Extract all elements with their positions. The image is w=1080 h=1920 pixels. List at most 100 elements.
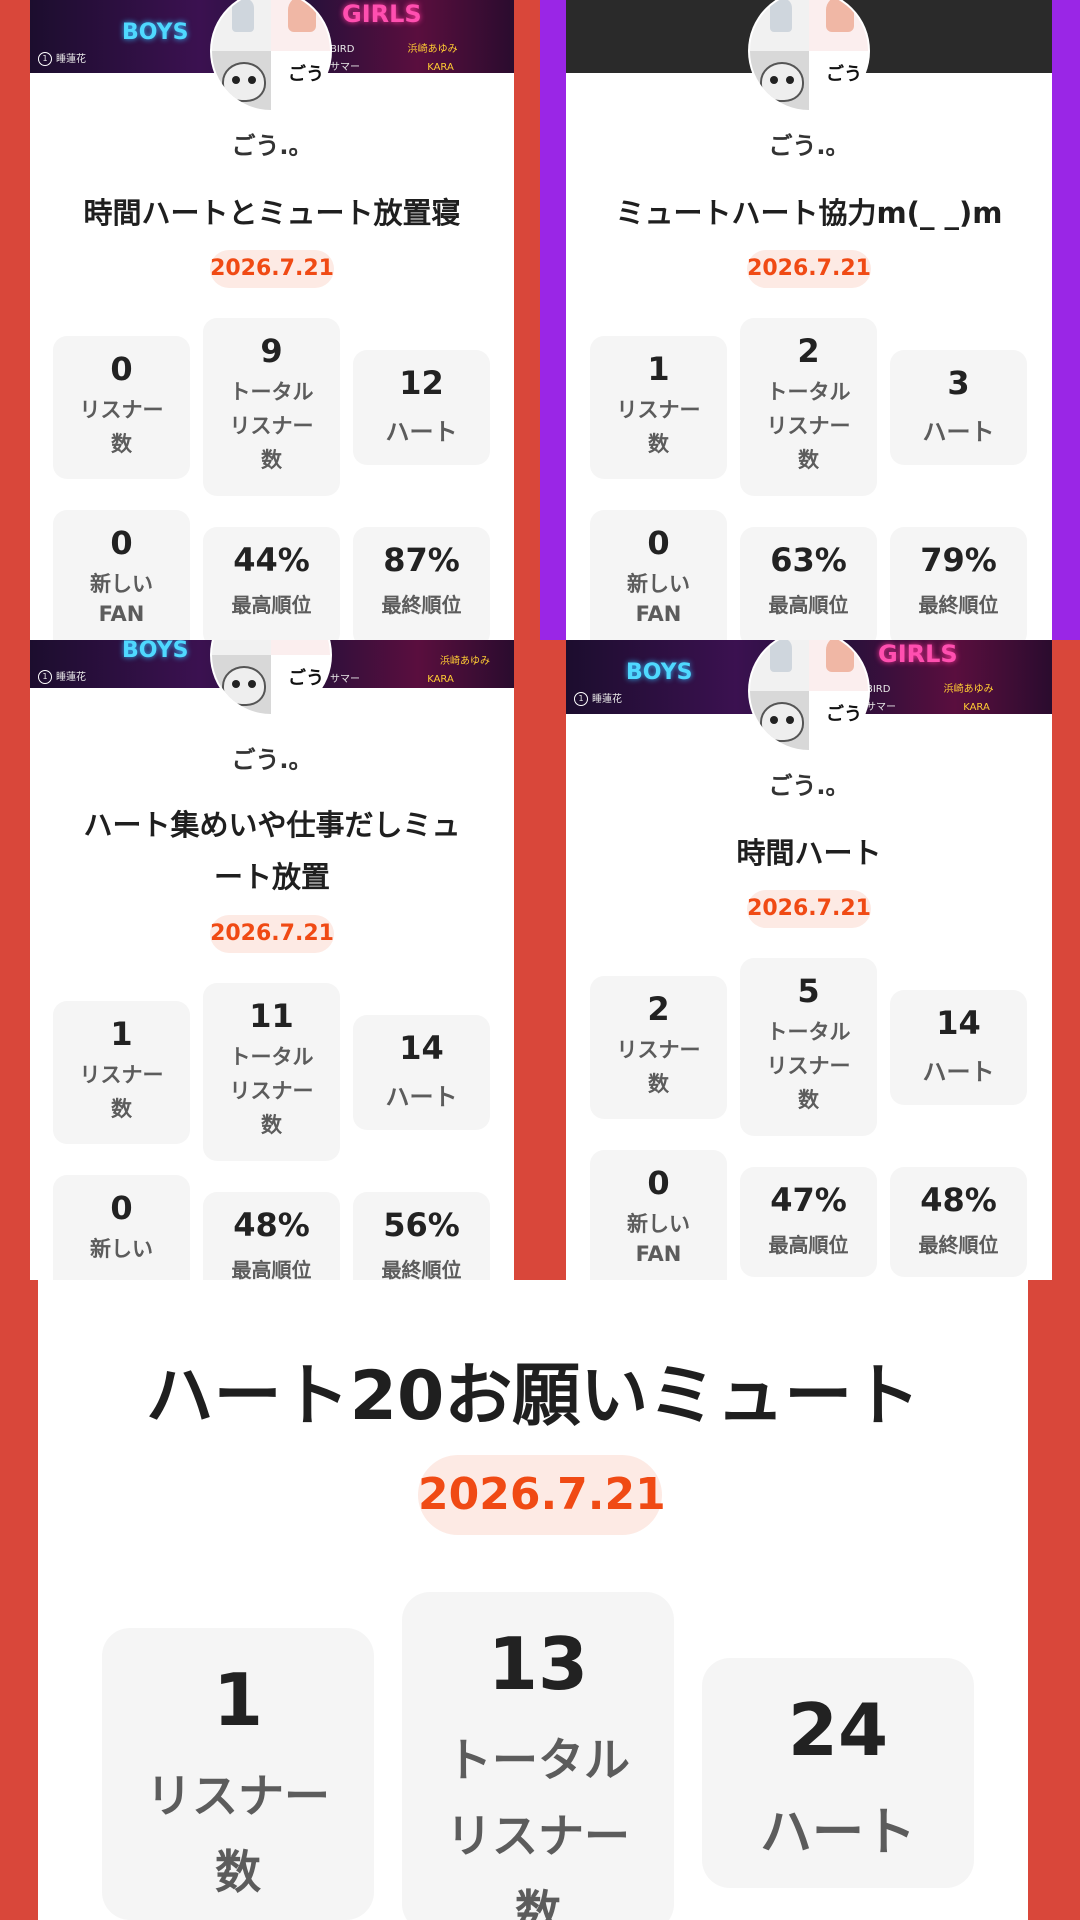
stat-hearts: 3 ハート xyxy=(890,350,1027,465)
host-avatar[interactable]: ごう xyxy=(750,0,868,110)
stat-value: 47% xyxy=(770,1181,847,1219)
song-name: サマー xyxy=(330,674,360,685)
stat-value: 87% xyxy=(383,541,460,579)
stat-listeners: 2 リスナー 数 xyxy=(590,976,727,1119)
neon-boys-text: BOYS xyxy=(122,640,189,663)
stat-label: 数 xyxy=(111,1097,132,1121)
stat-label: 数 xyxy=(215,1845,261,1899)
stat-label: 数 xyxy=(798,448,819,472)
stat-label: 数 xyxy=(261,448,282,472)
stat-label: トータル xyxy=(446,1733,630,1787)
stream-title: ミュートハート協力m(_ _)m xyxy=(615,196,1003,230)
stat-label: リスナー xyxy=(79,1063,164,1087)
setlist-row: サマー KARA xyxy=(866,698,990,713)
stat-listeners: 1 リスナー 数 xyxy=(102,1628,374,1920)
artist-name: KARA xyxy=(427,62,454,73)
stat-value: 14 xyxy=(936,1004,981,1042)
artist-name: 浜崎あゆみ xyxy=(440,656,490,667)
screenshot-panel-5: ハート20お願いミュート 2026.7.21 1 リスナー 数 13 トータル … xyxy=(0,1280,1080,1920)
stat-label: リスナー xyxy=(446,1809,630,1863)
setlist-row: 浜崎あゆみ xyxy=(330,652,490,667)
stat-label: FAN xyxy=(98,602,145,626)
avatar-text: ごう xyxy=(826,704,862,725)
artist-name: KARA xyxy=(427,674,454,685)
stat-label: リスナー xyxy=(229,1079,314,1103)
neon-girls-text: GIRLS xyxy=(342,0,422,28)
stat-listeners: 0 リスナー 数 xyxy=(53,336,190,479)
stat-label: 最高順位 xyxy=(768,1233,849,1257)
setlist-row: 1 睡蓮花 xyxy=(38,50,86,66)
stream-summary-card: BOYS 1 睡蓮花 浜崎あゆみ サマー KARA ごう ごう.。 ハート集めいや… xyxy=(30,640,514,1280)
artist-name: 浜崎あゆみ xyxy=(407,44,458,55)
stat-total-listeners: 13 トータル リスナー 数 xyxy=(402,1592,674,1920)
setlist-row: サマー KARA xyxy=(330,58,454,73)
setlist-row: BIRD 浜崎あゆみ xyxy=(866,680,994,695)
avatar-text: ごう xyxy=(288,668,324,689)
stat-value: 44% xyxy=(233,541,310,579)
host-avatar[interactable]: ごう xyxy=(750,640,868,750)
stat-value: 0 xyxy=(647,1164,670,1202)
stat-value: 1 xyxy=(212,1658,264,1742)
stat-label: 新しい xyxy=(90,1237,153,1261)
stat-hearts: 12 ハート xyxy=(353,350,490,465)
host-avatar[interactable]: ごう xyxy=(212,640,330,714)
stat-label: 最高順位 xyxy=(231,1258,312,1280)
stat-label: ハート xyxy=(385,1083,458,1111)
stream-date: 2026.7.21 xyxy=(747,890,871,928)
stat-hearts: 14 ハート xyxy=(890,990,1027,1105)
stream-title: 時間ハートとミュート放置寝 xyxy=(83,196,461,230)
stat-label: トータル xyxy=(229,380,314,404)
stat-label: リスナー xyxy=(616,1038,701,1062)
stat-peak-rank: 47% 最高順位 xyxy=(740,1167,877,1277)
stat-label: 数 xyxy=(261,1113,282,1137)
stat-label: 最終順位 xyxy=(918,593,999,617)
stat-peak-rank: 63% 最高順位 xyxy=(740,527,877,640)
stat-label: トータル xyxy=(766,380,851,404)
stat-final-rank: 87% 最終順位 xyxy=(353,527,490,640)
stat-label: 数 xyxy=(111,432,132,456)
stat-label: ハート xyxy=(922,418,995,446)
screenshot-panel-3: BOYS 1 睡蓮花 浜崎あゆみ サマー KARA ごう ごう.。 ハート集めいや… xyxy=(0,640,540,1280)
rank-number: 1 xyxy=(38,52,52,66)
stat-value: 48% xyxy=(233,1206,310,1244)
stat-value: 48% xyxy=(920,1181,997,1219)
song-name: 睡蓮花 xyxy=(56,54,86,65)
rank-number: 1 xyxy=(38,670,52,684)
stat-label: ハート xyxy=(759,1803,916,1863)
stat-new-fan: 0 新しい FAN xyxy=(590,1150,727,1280)
stat-peak-rank: 48% 最高順位 xyxy=(203,1192,340,1280)
stat-value: 5 xyxy=(797,972,820,1010)
host-name: ごう.。 xyxy=(231,746,313,774)
stat-total-listeners: 5 トータル リスナー 数 xyxy=(740,958,877,1136)
setlist-row: BIRD 浜崎あゆみ xyxy=(330,40,458,55)
neon-girls-text: GIRLS xyxy=(878,640,958,668)
stat-total-listeners: 2 トータル リスナー 数 xyxy=(740,318,877,496)
stat-new-fan: 0 新しい FAN xyxy=(590,510,727,640)
stat-value: 24 xyxy=(787,1688,889,1772)
stat-value: 3 xyxy=(947,364,970,402)
host-name: ごう.。 xyxy=(768,772,850,800)
stat-total-listeners: 11 トータル リスナー 数 xyxy=(203,983,340,1161)
stream-date: 2026.7.21 xyxy=(418,1455,666,1535)
stream-title-line-1: ハート集めいや仕事だしミュ xyxy=(83,808,461,842)
stream-date: 2026.7.21 xyxy=(210,915,334,953)
stat-value: 1 xyxy=(110,1015,133,1053)
stream-title-line-2: ート放置 xyxy=(213,860,330,894)
stat-label: 数 xyxy=(798,1088,819,1112)
setlist-row: 1 睡蓮花 xyxy=(574,690,622,706)
stat-final-rank: 79% 最終順位 xyxy=(890,527,1027,640)
stat-label: リスナー xyxy=(616,398,701,422)
song-name: 睡蓮花 xyxy=(56,672,86,683)
stat-label: トータル xyxy=(229,1045,314,1069)
stat-label: 新しい xyxy=(90,572,153,596)
stat-label: 数 xyxy=(515,1885,561,1920)
stat-label: ハート xyxy=(922,1058,995,1086)
stat-hearts: 14 ハート xyxy=(353,1015,490,1130)
host-name: ごう.。 xyxy=(768,132,850,160)
host-avatar[interactable]: ごう xyxy=(212,0,330,110)
stream-summary-card: ごう ごう.。 ミュートハート協力m(_ _)m 2026.7.21 1 リスナ… xyxy=(566,0,1052,640)
stat-label: リスナー xyxy=(766,414,851,438)
stat-value: 13 xyxy=(487,1622,589,1706)
stat-label: 最終順位 xyxy=(381,1258,462,1280)
stat-label: 最高順位 xyxy=(231,593,312,617)
